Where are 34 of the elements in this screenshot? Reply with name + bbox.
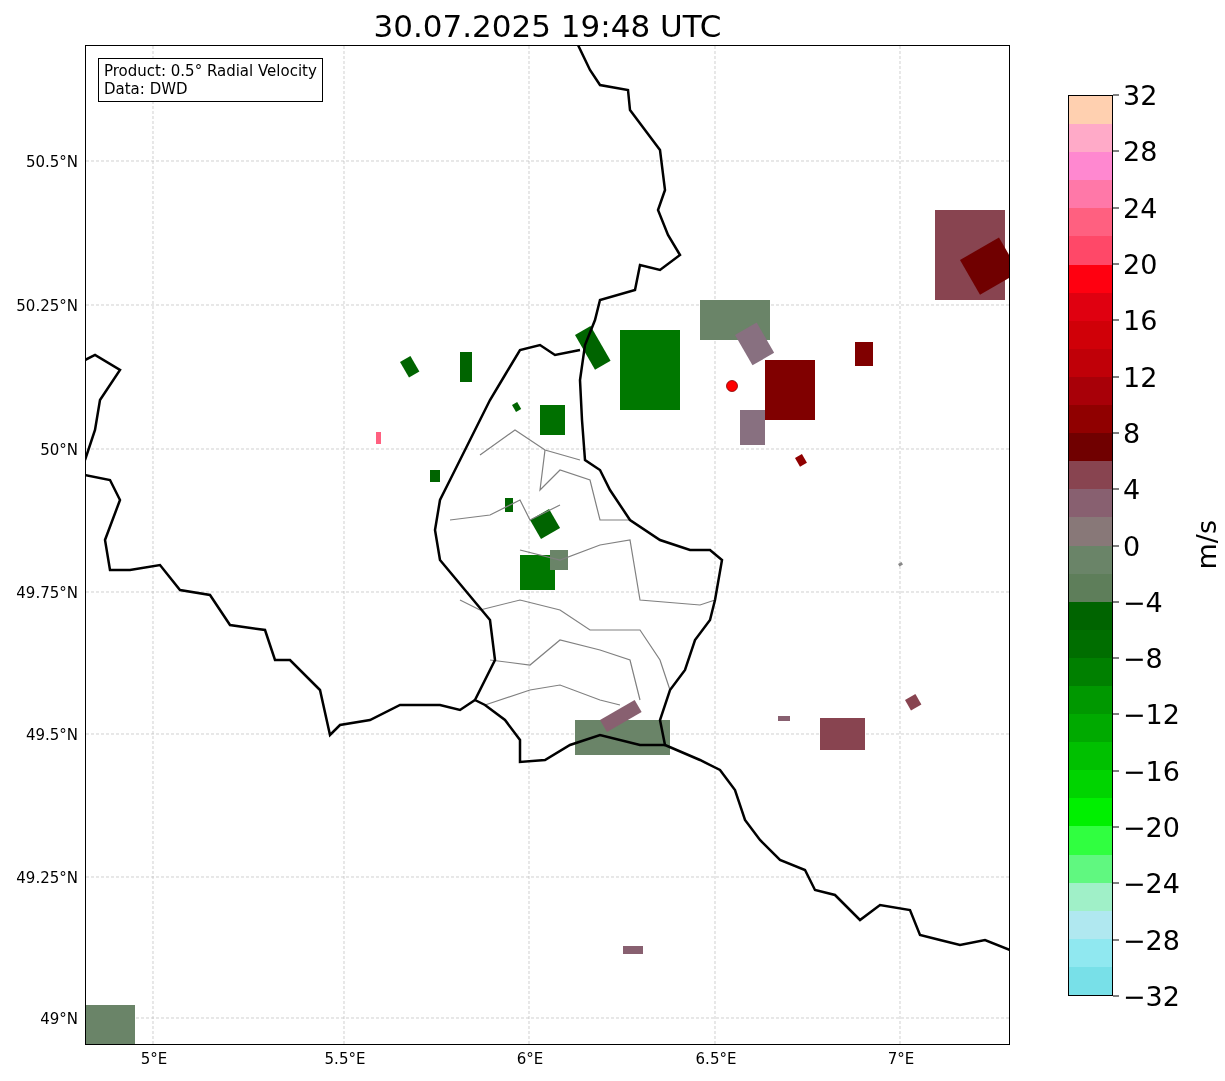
colorbar-tick-label: 20: [1123, 248, 1158, 280]
latitude-label: 50.5°N: [25, 153, 78, 171]
colorbar-tick-label: 12: [1123, 361, 1158, 393]
colorbar-tick-label: 24: [1123, 192, 1158, 224]
latitude-label: 49.75°N: [16, 584, 78, 602]
colorbar-tick-label: −20: [1123, 811, 1180, 843]
colorbar-tick-label: −8: [1123, 642, 1163, 674]
longitude-label: 7°E: [887, 1050, 915, 1068]
colorbar-tick-label: 4: [1123, 473, 1141, 505]
colorbar-tick-label: −28: [1123, 924, 1180, 956]
colorbar-tick-label: −16: [1123, 755, 1180, 787]
longitude-label: 5°E: [140, 1050, 168, 1068]
colorbar-tick-label: 32: [1123, 79, 1158, 111]
longitude-label: 6°E: [516, 1050, 544, 1068]
colorbar-tick-label: 16: [1123, 304, 1158, 336]
latitude-label: 50°N: [40, 441, 78, 459]
latitude-label: 49°N: [40, 1010, 78, 1028]
colorbar-tick-label: −32: [1123, 980, 1180, 1012]
colorbar-tick-label: 0: [1123, 530, 1141, 561]
radar-site-marker: [726, 380, 738, 392]
latitude-label: 49.25°N: [16, 869, 78, 887]
longitude-label: 6.5°E: [695, 1050, 737, 1068]
chart-title: 30.07.2025 19:48 UTC: [372, 7, 723, 45]
colorbar-tick-label: −24: [1123, 867, 1180, 899]
colorbar-tick-label: −4: [1123, 586, 1163, 618]
info-text: Data: DWD: [104, 80, 189, 98]
colorbar-tick-label: −12: [1123, 698, 1180, 730]
info-text: Product: 0.5° Radial Velocity: [104, 62, 317, 80]
colorbar-tick-label: 28: [1123, 135, 1158, 167]
latitude-label: 50.25°N: [16, 297, 78, 315]
longitude-label: 5.5°E: [324, 1050, 366, 1068]
colorbar-tick-label: 8: [1123, 417, 1141, 449]
latitude-label: 49.5°N: [25, 726, 78, 744]
colorbar-unit-label: m/s: [1191, 520, 1222, 570]
